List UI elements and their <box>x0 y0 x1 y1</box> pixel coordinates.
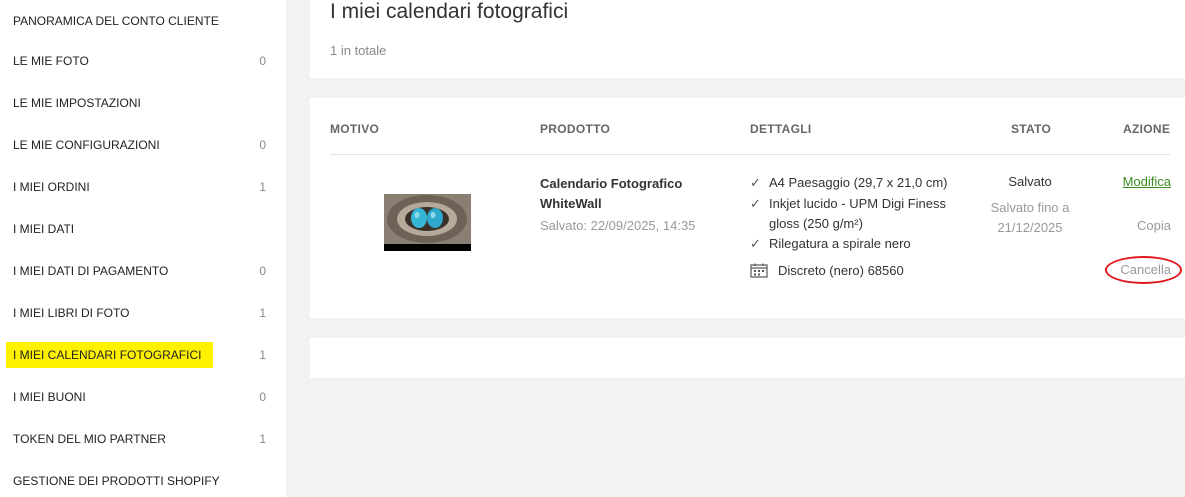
sidebar-item-account-overview[interactable]: PANORAMICA DEL CONTO CLIENTE <box>0 0 286 42</box>
column-header-azione: AZIONE <box>1123 122 1171 136</box>
product-name: Calendario Fotografico WhiteWall <box>540 176 683 211</box>
calendar-icon <box>750 263 768 278</box>
saved-date: Salvato: 22/09/2025, 14:35 <box>540 218 696 233</box>
calendars-table: MOTIVO PRODOTTO DETTAGLI STATO AZIONE Ca… <box>310 98 1185 318</box>
sidebar-item-vouchers[interactable]: I MIEI BUONI 0 <box>0 376 286 418</box>
copy-link[interactable]: Copia <box>1137 218 1171 233</box>
column-header-dettagli: DETTAGLI <box>750 122 812 136</box>
sidebar-item-label: I MIEI DATI <box>13 222 75 236</box>
check-icon: ✓ <box>750 236 761 251</box>
sidebar-item-count: 1 <box>259 306 266 320</box>
sidebar-item-my-configurations[interactable]: LE MIE CONFIGURAZIONI 0 <box>0 124 286 166</box>
sidebar-item-label: LE MIE IMPOSTAZIONI <box>13 96 141 110</box>
empty-panel <box>310 338 1185 378</box>
check-icon: ✓ <box>750 196 761 211</box>
header-divider <box>330 154 1170 155</box>
column-header-stato: STATO <box>1011 122 1052 136</box>
sidebar-item-partner-token[interactable]: TOKEN DEL MIO PARTNER 1 <box>0 418 286 460</box>
check-icon: ✓ <box>750 175 761 190</box>
total-count: 1 in totale <box>330 43 387 58</box>
detail-item: ✓ Inkjet lucido - UPM Digi Finess gloss … <box>750 194 969 234</box>
status-text: Salvato <box>1008 174 1052 189</box>
sidebar-item-label: I MIEI ORDINI <box>13 180 90 194</box>
sidebar-item-label: I MIEI CALENDARI FOTOGRAFICI <box>6 342 214 368</box>
sidebar-item-my-data[interactable]: I MIEI DATI <box>0 208 286 250</box>
sidebar-item-payment-data[interactable]: I MIEI DATI DI PAGAMENTO 0 <box>0 250 286 292</box>
column-header-motivo: MOTIVO <box>330 122 380 136</box>
account-sidebar: PANORAMICA DEL CONTO CLIENTE LE MIE FOTO… <box>0 0 286 497</box>
sidebar-item-count: 1 <box>259 432 266 446</box>
detail-text: Rilegatura a spirale nero <box>769 236 911 251</box>
sidebar-item-count: 0 <box>259 264 266 278</box>
sidebar-item-label: I MIEI LIBRI DI FOTO <box>13 306 130 320</box>
sidebar-item-photo-books[interactable]: I MIEI LIBRI DI FOTO 1 <box>0 292 286 334</box>
sidebar-item-photo-calendars[interactable]: I MIEI CALENDARI FOTOGRAFICI 1 <box>0 334 286 376</box>
sidebar-item-count: 0 <box>259 138 266 152</box>
calendar-design-label: Discreto (nero) 68560 <box>778 263 904 278</box>
column-header-prodotto: PRODOTTO <box>540 122 611 136</box>
sidebar-item-my-orders[interactable]: I MIEI ORDINI 1 <box>0 166 286 208</box>
bird-nest-eggs-photo-icon <box>384 194 471 251</box>
detail-text: Inkjet lucido - UPM Digi Finess gloss (2… <box>769 196 946 231</box>
edit-link[interactable]: Modifica <box>1123 174 1171 189</box>
sidebar-item-label: TOKEN DEL MIO PARTNER <box>13 432 166 446</box>
main-content: I miei calendari fotografici 1 in totale… <box>286 0 1185 497</box>
sidebar-item-count: 1 <box>259 180 266 194</box>
calendar-design-row: Discreto (nero) 68560 <box>750 263 904 278</box>
header-card: I miei calendari fotografici 1 in totale <box>310 0 1185 78</box>
sidebar-item-label: PANORAMICA DEL CONTO CLIENTE <box>13 14 219 28</box>
sidebar-item-shopify-products[interactable]: GESTIONE DEI PRODOTTI SHOPIFY <box>0 460 286 497</box>
detail-item: ✓ A4 Paesaggio (29,7 x 21,0 cm) <box>750 173 969 193</box>
sidebar-item-count: 0 <box>259 390 266 404</box>
delete-link[interactable]: Cancella <box>1120 262 1171 277</box>
sidebar-item-count: 1 <box>259 348 266 362</box>
sidebar-item-my-settings[interactable]: LE MIE IMPOSTAZIONI <box>0 82 286 124</box>
page-title: I miei calendari fotografici <box>330 0 569 23</box>
sidebar-item-my-photos[interactable]: LE MIE FOTO 0 <box>0 40 286 82</box>
sidebar-item-label: I MIEI BUONI <box>13 390 86 404</box>
sidebar-item-count: 0 <box>259 54 266 68</box>
sidebar-item-label: LE MIE FOTO <box>13 54 89 68</box>
sidebar-item-label: LE MIE CONFIGURAZIONI <box>13 138 160 152</box>
detail-text: A4 Paesaggio (29,7 x 21,0 cm) <box>769 175 948 190</box>
status-expiry: Salvato fino a 21/12/2025 <box>990 200 1070 235</box>
detail-item: ✓ Rilegatura a spirale nero <box>750 234 969 254</box>
sidebar-item-label: I MIEI DATI DI PAGAMENTO <box>13 264 169 278</box>
sidebar-item-label: GESTIONE DEI PRODOTTI SHOPIFY <box>13 474 220 488</box>
calendar-thumbnail[interactable] <box>384 194 471 251</box>
